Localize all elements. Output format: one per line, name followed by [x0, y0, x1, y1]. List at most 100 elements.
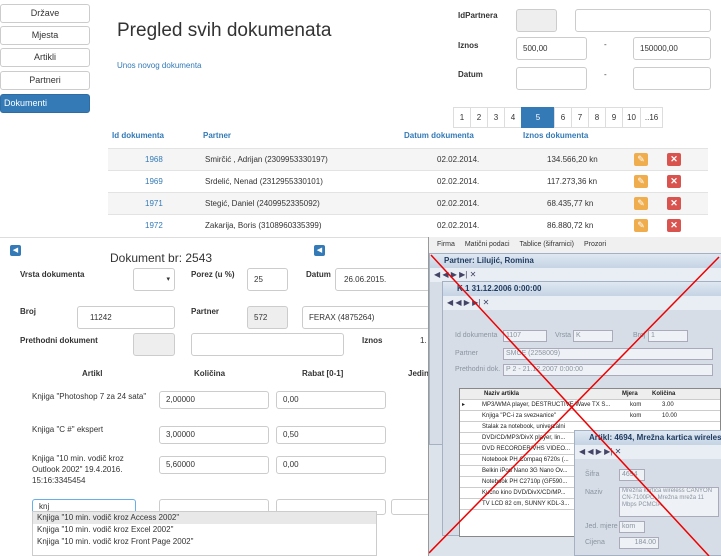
edit-icon[interactable]: ✎ — [634, 219, 648, 232]
col-iznos[interactable]: Iznos dokumenta — [523, 131, 588, 140]
col-artikl: Artikl — [82, 369, 103, 378]
doc-id-link[interactable]: 1969 — [145, 177, 163, 186]
page-10[interactable]: 10 — [622, 107, 641, 128]
idpartnera-input[interactable] — [516, 9, 557, 32]
table-row: 1971 Stegić, Daniel (2409952335092) 02.0… — [108, 192, 708, 214]
col-kolicina: Količina — [194, 369, 226, 378]
back-icon-2[interactable]: ◀ — [314, 245, 325, 256]
col-id[interactable]: Id dokumenta — [112, 131, 164, 140]
item-artikl: Knjiga "C #" ekspert — [32, 425, 104, 434]
nav-partneri[interactable]: Partneri — [0, 71, 90, 90]
page-1[interactable]: 1 — [453, 107, 471, 128]
page-6[interactable]: 6 — [554, 107, 572, 128]
broj-input[interactable]: 11242 — [77, 306, 175, 329]
item-artikl: Knjiga "10 min. vodič kroz Outlook 2002"… — [32, 454, 124, 485]
document-title: Dokument br: 2543 — [110, 251, 213, 265]
col-partner[interactable]: Partner — [203, 131, 231, 140]
pagination: 1 2 3 4 5 6 7 8 9 10 ..16 — [453, 107, 664, 128]
autocomplete-list: Knjiga "10 min. vodič kroz Access 2002" … — [32, 511, 377, 556]
suggestion-item[interactable]: Knjiga "10 min. vodič kroz Access 2002" — [33, 512, 376, 524]
page-9[interactable]: 9 — [605, 107, 623, 128]
datum-label: Datum — [458, 70, 483, 79]
delete-icon[interactable]: ✕ — [667, 153, 681, 166]
edit-icon[interactable]: ✎ — [634, 153, 648, 166]
nav-drzave[interactable]: Države — [0, 4, 90, 23]
document-form: ◀ Dokument br: 2543 ◀ Vrsta dokumenta ▾ … — [0, 237, 430, 556]
vrsta-label: Vrsta dokumenta — [20, 270, 85, 279]
iznos-from-input[interactable]: 500,00 — [516, 37, 587, 60]
partner-cell: Stegić, Daniel (2409952335092) — [205, 199, 320, 208]
nav-mjesta[interactable]: Mjesta — [0, 26, 90, 45]
col-datum[interactable]: Datum dokumenta — [404, 131, 474, 140]
item-kolicina[interactable]: 3,00000 — [159, 426, 269, 444]
edit-icon[interactable]: ✎ — [634, 175, 648, 188]
doc-id-link[interactable]: 1971 — [145, 199, 163, 208]
idpartnera-label: IdPartnera — [458, 11, 498, 20]
suggestion-item[interactable]: Knjiga "10 min. vodič kroz Excel 2002" — [33, 524, 376, 536]
page-8[interactable]: 8 — [588, 107, 606, 128]
nav-dokumenti[interactable]: Dokumenti — [0, 94, 90, 113]
page-3[interactable]: 3 — [487, 107, 505, 128]
iznos-label-doc: Iznos — [362, 336, 383, 345]
partner-id-input[interactable]: 572 — [247, 306, 288, 329]
new-jedin-input[interactable] — [391, 499, 430, 515]
iznos-value: 1. — [420, 336, 427, 345]
datum-cell: 02.02.2014. — [437, 221, 480, 230]
range-dash-2: - — [604, 70, 607, 79]
idpartnera-name-input[interactable] — [575, 9, 711, 32]
iznos-cell: 117.273,36 kn — [547, 177, 598, 186]
vrsta-select[interactable]: ▾ — [133, 268, 175, 291]
iznos-to-input[interactable]: 150000,00 — [633, 37, 711, 60]
broj-label: Broj — [20, 307, 36, 316]
page-4[interactable]: 4 — [504, 107, 522, 128]
table-row: 1969 Srdelić, Nenad (2312955330101) 02.0… — [108, 170, 708, 192]
prethodni-input[interactable] — [191, 333, 344, 356]
partner-name-input[interactable]: FERAX (4875264) — [302, 306, 430, 329]
table-row: 1968 Smirčić , Adrijan (2309953330197) 0… — [108, 148, 708, 170]
item-rabat[interactable]: 0,50 — [276, 426, 386, 444]
doc-id-link[interactable]: 1968 — [145, 155, 163, 164]
nav-artikli[interactable]: Artikli — [0, 48, 90, 67]
partner-label: Partner — [191, 307, 220, 316]
datum-cell: 02.02.2014. — [437, 199, 480, 208]
page-5[interactable]: 5 — [521, 107, 555, 128]
back-icon[interactable]: ◀ — [10, 245, 21, 256]
datum-input[interactable]: 26.06.2015. — [335, 268, 430, 291]
partner-cell: Srdelić, Nenad (2312955330101) — [205, 177, 323, 186]
item-rabat[interactable]: 0,00 — [276, 456, 386, 474]
suggestion-item[interactable]: Knjiga "10 min. vodič kroz Front Page 20… — [33, 536, 376, 548]
col-jedin: Jedin — [408, 369, 429, 378]
datum-label-doc: Datum — [306, 270, 331, 279]
cross-out-overlay — [429, 254, 720, 556]
table-row: 1972 Zakarija, Boris (3108960335399) 02.… — [108, 214, 708, 236]
delete-icon[interactable]: ✕ — [667, 219, 681, 232]
delete-icon[interactable]: ✕ — [667, 175, 681, 188]
red-cross-line — [429, 256, 720, 554]
iznos-cell: 134.566,20 kn — [547, 155, 598, 164]
edit-icon[interactable]: ✎ — [634, 197, 648, 210]
partner-cell: Zakarija, Boris (3108960335399) — [205, 221, 322, 230]
col-rabat: Rabat [0-1] — [302, 369, 344, 378]
item-rabat[interactable]: 0,00 — [276, 391, 386, 409]
datum-cell: 02.02.2014. — [437, 155, 480, 164]
iznos-label: Iznos — [458, 41, 479, 50]
iznos-cell: 68.435,77 kn — [547, 199, 594, 208]
datum-cell: 02.02.2014. — [437, 177, 480, 186]
doc-id-link[interactable]: 1972 — [145, 221, 163, 230]
page-2[interactable]: 2 — [470, 107, 488, 128]
porez-label: Porez (u %) — [191, 270, 235, 279]
page-16[interactable]: ..16 — [639, 107, 664, 128]
page-7[interactable]: 7 — [571, 107, 589, 128]
red-cross-line — [430, 254, 710, 556]
item-kolicina[interactable]: 5,60000 — [159, 456, 269, 474]
item-kolicina[interactable]: 2,00000 — [159, 391, 269, 409]
desktop-app: Firma Matični podaci Tablice (šifrarnici… — [428, 237, 721, 556]
delete-icon[interactable]: ✕ — [667, 197, 681, 210]
new-document-link[interactable]: Unos novog dokumenta — [117, 61, 202, 70]
item-artikl: Knjiga "Photoshop 7 za 24 sata" — [32, 392, 147, 401]
datum-to-input[interactable] — [633, 67, 711, 90]
prethodni-id-input[interactable] — [133, 333, 175, 356]
iznos-cell: 86.880,72 kn — [547, 221, 594, 230]
datum-from-input[interactable] — [516, 67, 587, 90]
porez-input[interactable]: 25 — [247, 268, 288, 291]
